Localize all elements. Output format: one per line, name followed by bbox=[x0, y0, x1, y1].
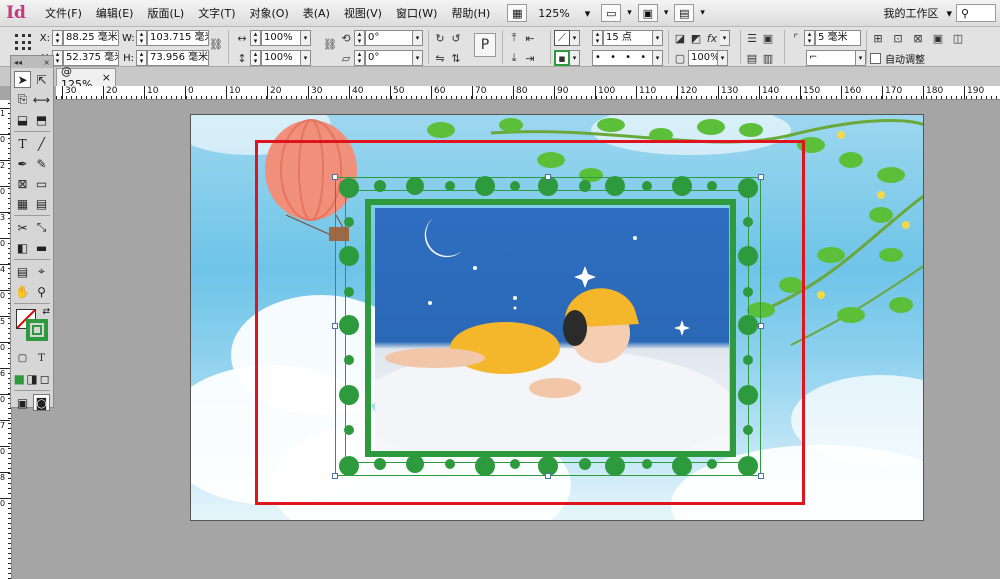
content-placer-icon[interactable]: ⬒ bbox=[33, 111, 50, 128]
gap-tool-icon[interactable]: ⟷ bbox=[33, 91, 50, 108]
selection-tool-icon[interactable]: ➤ bbox=[14, 71, 31, 88]
zoom-tool-icon[interactable]: ⚲ bbox=[33, 283, 50, 300]
swap-colors-icon[interactable]: ⇄ bbox=[42, 307, 50, 317]
apply-color-icon[interactable]: ■ bbox=[13, 370, 26, 387]
rectangle-frame-tool-icon[interactable]: ⊠ bbox=[14, 175, 31, 192]
formatting-text-icon[interactable]: T bbox=[33, 350, 50, 367]
preview-view-icon[interactable]: ◙ bbox=[33, 394, 50, 411]
type-tool-icon[interactable]: T bbox=[14, 135, 31, 152]
page-tool-icon[interactable]: ⎘ bbox=[14, 91, 31, 108]
tools-panel-header[interactable]: ◂◂ × bbox=[11, 56, 53, 68]
highlight-rectangle bbox=[255, 140, 805, 505]
separator bbox=[14, 131, 50, 132]
apply-none-icon[interactable]: ◻ bbox=[38, 370, 51, 387]
formatting-container-icon[interactable]: ▢ bbox=[14, 350, 31, 367]
grid-tool-icon[interactable]: ▦ bbox=[14, 195, 31, 212]
separator bbox=[14, 259, 50, 260]
pen-tool-icon[interactable]: ✒ bbox=[14, 155, 31, 172]
normal-view-icon[interactable]: ▣ bbox=[14, 394, 31, 411]
eyedropper-tool-icon[interactable]: ⌖ bbox=[33, 263, 50, 280]
rectangle-tool-icon[interactable]: ▭ bbox=[33, 175, 50, 192]
pencil-tool-icon[interactable]: ✎ bbox=[33, 155, 50, 172]
content-collector-icon[interactable]: ⬓ bbox=[14, 111, 31, 128]
separator bbox=[14, 390, 50, 391]
apply-gradient-icon[interactable]: ◨ bbox=[26, 370, 39, 387]
scissors-tool-icon[interactable]: ✂ bbox=[14, 219, 31, 236]
hand-tool-icon[interactable]: ✋ bbox=[14, 283, 31, 300]
close-icon[interactable]: × bbox=[43, 58, 50, 67]
direct-selection-tool-icon[interactable]: ⇱ bbox=[33, 71, 50, 88]
gradient-feather-tool-icon[interactable]: ▬ bbox=[33, 239, 50, 256]
table-tool-icon[interactable]: ▤ bbox=[33, 195, 50, 212]
collapse-panel-icon[interactable]: ◂◂ bbox=[14, 58, 22, 67]
separator bbox=[14, 215, 50, 216]
gradient-swatch-tool-icon[interactable]: ◧ bbox=[14, 239, 31, 256]
line-tool-icon[interactable]: ╱ bbox=[33, 135, 50, 152]
tools-panel: ◂◂ × ➤ ⇱ ⎘ ⟷ ⬓ ⬒ T ╱ ✒ ✎ ⊠ ▭ ▦ ▤ ✂ ⤡ ◧ ▬ ▤ ⌖ ✋ ⚲ ⇄ … bbox=[10, 55, 54, 411]
stroke-swatch-icon[interactable] bbox=[26, 319, 48, 341]
note-tool-icon[interactable]: ▤ bbox=[14, 263, 31, 280]
free-transform-tool-icon[interactable]: ⤡ bbox=[33, 219, 50, 236]
separator bbox=[14, 303, 50, 304]
fill-stroke-swatches[interactable]: ⇄ bbox=[14, 307, 50, 347]
